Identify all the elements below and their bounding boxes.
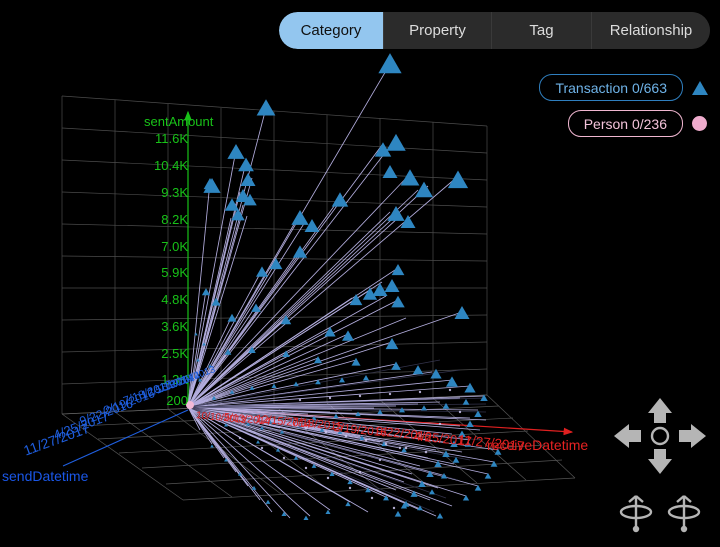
pan-left-arrow-icon[interactable] bbox=[614, 424, 641, 448]
legend-row-person: Person 0/236 bbox=[568, 110, 708, 137]
pan-control-pad[interactable] bbox=[612, 396, 708, 476]
transaction-markers[interactable] bbox=[202, 53, 476, 392]
legend-panel: Transaction 0/663 Person 0/236 bbox=[539, 74, 708, 137]
pan-right-arrow-icon[interactable] bbox=[679, 424, 706, 448]
floor-grid bbox=[62, 395, 575, 500]
tab-tag[interactable]: Tag bbox=[492, 12, 592, 49]
pan-pad-svg bbox=[612, 396, 708, 476]
orbit-left-icon[interactable] bbox=[621, 496, 651, 531]
legend-row-transaction: Transaction 0/663 bbox=[539, 74, 708, 101]
triangle-marker-icon bbox=[692, 80, 708, 96]
tab-category[interactable]: Category bbox=[279, 12, 384, 49]
app-root: sentAmount 11.6K 10.4K 9.3K 8.2K 7.0K 5.… bbox=[0, 0, 720, 542]
circle-marker-icon bbox=[692, 116, 708, 132]
orbit-icons-svg bbox=[612, 488, 708, 534]
pan-up-arrow-icon[interactable] bbox=[648, 398, 672, 423]
legend-person-pill[interactable]: Person 0/236 bbox=[568, 110, 683, 137]
person-origin-node[interactable] bbox=[186, 401, 194, 409]
back-wall-grid bbox=[62, 96, 487, 414]
category-tab-bar[interactable]: Category Property Tag Relationship bbox=[279, 12, 710, 49]
relationship-links bbox=[188, 64, 498, 518]
recenter-circle-icon[interactable] bbox=[652, 428, 668, 444]
legend-transaction-pill[interactable]: Transaction 0/663 bbox=[539, 74, 683, 101]
orbit-control-group[interactable] bbox=[612, 488, 708, 534]
orbit-right-icon[interactable] bbox=[669, 496, 699, 531]
tab-relationship[interactable]: Relationship bbox=[592, 12, 710, 49]
tab-property[interactable]: Property bbox=[384, 12, 492, 49]
pan-down-arrow-icon[interactable] bbox=[648, 449, 672, 474]
